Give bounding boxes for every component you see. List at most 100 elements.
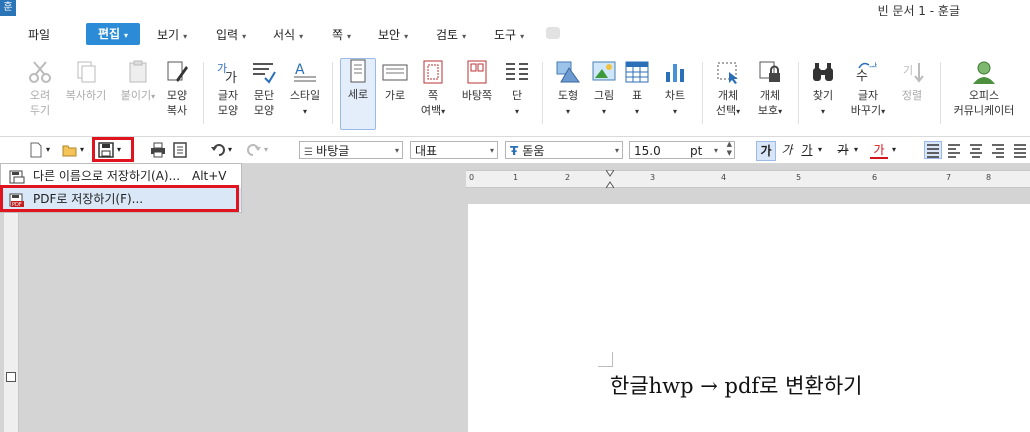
svg-text:가: 가 — [225, 71, 237, 84]
replace-icon: 수ᅶ — [855, 60, 881, 84]
menu-file[interactable]: 파일 — [28, 26, 50, 43]
paste-button[interactable]: 붙이기▾ — [118, 60, 158, 104]
horizontal-ruler[interactable]: 0 1 2 3 4 5 6 7 8 — [466, 169, 1030, 189]
char-shape-icon: 가가 — [215, 60, 241, 86]
shape-icon — [555, 60, 581, 84]
vertical-ruler-marker-icon[interactable] — [6, 372, 16, 382]
vertical-ruler[interactable] — [4, 207, 19, 432]
page-margin-icon — [420, 60, 446, 84]
portrait-page-icon — [345, 59, 371, 83]
style-button[interactable]: A 스타일 ▾ — [284, 60, 326, 119]
portrait-button[interactable]: 세로 — [340, 58, 376, 130]
style-icon: A — [292, 60, 318, 84]
title-bar: 훈 빈 문서 1 - 훈글 — [0, 0, 1030, 18]
replace-button[interactable]: 수ᅶ 글자 바꾸기▾ — [844, 60, 892, 119]
char-shape-button[interactable]: 가가 글자 모양 — [208, 60, 248, 118]
separator — [940, 62, 941, 124]
binoculars-icon — [810, 60, 836, 84]
object-protect-button[interactable]: 개체 보호▾ — [750, 60, 790, 119]
strike-dropdown-arrow[interactable]: ▾ — [852, 141, 860, 159]
copy-button[interactable]: 복사하기 — [62, 60, 110, 103]
background-page-button[interactable]: 바탕쪽 — [456, 60, 498, 103]
svg-text:ᅶ: ᅶ — [869, 62, 877, 73]
separator — [542, 62, 543, 124]
lock-icon — [757, 60, 783, 84]
menu-edit[interactable]: 편집 ▾ — [86, 23, 140, 45]
svg-text:기: 기 — [903, 64, 913, 77]
menu-insert[interactable]: 입력 ▾ — [216, 26, 246, 43]
align-justify-icon[interactable] — [924, 141, 942, 159]
page-margin-button[interactable]: 쪽 여백▾ — [414, 60, 452, 119]
separator — [332, 62, 333, 124]
office-messenger-button[interactable]: 오피스 커뮤니케이터 — [946, 60, 1022, 118]
document-body-text[interactable]: 한글hwp → pdf로 변환하기 — [610, 370, 862, 400]
separator — [798, 62, 799, 124]
format-copy-button[interactable]: 모양 복사 — [157, 60, 197, 118]
menu-security[interactable]: 보안 ▾ — [378, 26, 408, 43]
undo-icon[interactable] — [210, 142, 226, 158]
shape-button[interactable]: 도형 ▾ — [548, 60, 588, 119]
chart-icon — [662, 60, 688, 84]
ribbon: 오려 두기 복사하기 붙이기▾ 모양 복사 가가 글자 모양 문단 모양 A 스타일 ▾ … — [0, 52, 1030, 137]
redo-dropdown-arrow[interactable]: ▾ — [264, 142, 272, 158]
sort-icon: 기 — [899, 60, 925, 84]
bold-button[interactable]: 가 — [756, 141, 776, 161]
format-brush-icon — [164, 60, 190, 84]
font-select[interactable]: Ŧ 돋움 ▾ — [505, 141, 623, 159]
align-center-icon[interactable] — [968, 142, 984, 158]
italic-button[interactable]: 가 — [778, 141, 796, 159]
underline-dropdown-arrow[interactable]: ▾ — [816, 141, 824, 159]
open-folder-icon[interactable] — [62, 142, 78, 158]
font-color-button[interactable]: 가 — [870, 141, 888, 159]
copy-icon — [73, 60, 99, 84]
clipboard-icon — [125, 60, 151, 84]
object-select-button[interactable]: 개체 선택▾ — [708, 60, 748, 119]
help-icon[interactable] — [546, 27, 560, 39]
svg-text:수: 수 — [856, 69, 868, 84]
size-spinner-icon[interactable]: ▲ ▼ — [727, 140, 732, 158]
print-icon[interactable] — [150, 142, 166, 158]
menu-view[interactable]: 보기 ▾ — [157, 26, 187, 43]
margin-corner-mark — [598, 352, 613, 367]
para-shape-button[interactable]: 문단 모양 — [244, 60, 284, 118]
style-select[interactable]: ☰ 바탕글 ▾ — [299, 141, 403, 159]
font-color-dropdown-arrow[interactable]: ▾ — [890, 141, 898, 159]
align-right-icon[interactable] — [990, 142, 1006, 158]
undo-dropdown-arrow[interactable]: ▾ — [228, 142, 236, 158]
font-size-input[interactable]: 15.0 pt ▾ ▲ ▼ — [629, 140, 735, 159]
columns-icon — [504, 60, 530, 84]
formatting-toolbar: ▾ ▾ ▾ ▾ ▾ ☰ 바탕글 ▾ 대표 ▾ Ŧ 돋움 ▾ 15.0 pt ▾ ▲ ▼ 가 가… — [0, 137, 1030, 164]
table-icon — [624, 60, 650, 84]
align-left-icon[interactable] — [946, 142, 962, 158]
style-list-icon: ☰ — [304, 147, 317, 158]
landscape-button[interactable]: 가로 — [378, 60, 412, 103]
menu-format[interactable]: 서식 ▾ — [273, 26, 303, 43]
table-button[interactable]: 표 ▾ — [618, 60, 656, 119]
find-button[interactable]: 찾기 ▾ — [803, 60, 843, 119]
indent-marker-icon[interactable] — [605, 169, 615, 189]
save-as-icon — [9, 169, 25, 184]
menu-tools[interactable]: 도구 ▾ — [494, 26, 524, 43]
background-page-icon — [464, 60, 490, 84]
svg-text:A: A — [295, 62, 305, 78]
scissors-icon — [27, 60, 53, 84]
menu-review[interactable]: 검토 ▾ — [436, 26, 466, 43]
sort-button[interactable]: 기 정렬 — [892, 60, 932, 103]
underline-button[interactable]: 가 — [798, 141, 816, 159]
preview-icon[interactable] — [172, 142, 188, 158]
strikethrough-button[interactable]: 가 — [834, 141, 852, 159]
truetype-font-icon: Ŧ — [510, 144, 523, 158]
messenger-person-icon — [971, 60, 997, 84]
chart-button[interactable]: 차트 ▾ — [656, 60, 694, 119]
columns-button[interactable]: 단 ▾ — [498, 60, 536, 119]
save-as-menu-item[interactable]: 다른 이름으로 저장하기(A)... Alt+V — [1, 165, 241, 187]
align-distribute-icon[interactable] — [1012, 142, 1028, 158]
open-dropdown-arrow[interactable]: ▾ — [80, 142, 88, 158]
object-select-icon — [715, 60, 741, 84]
new-dropdown-arrow[interactable]: ▾ — [46, 142, 54, 158]
language-select[interactable]: 대표 ▾ — [410, 141, 498, 159]
cut-button[interactable]: 오려 두기 — [20, 60, 60, 118]
redo-icon[interactable] — [246, 142, 262, 158]
menu-page[interactable]: 쪽 ▾ — [332, 26, 351, 43]
new-document-icon[interactable] — [28, 142, 44, 158]
